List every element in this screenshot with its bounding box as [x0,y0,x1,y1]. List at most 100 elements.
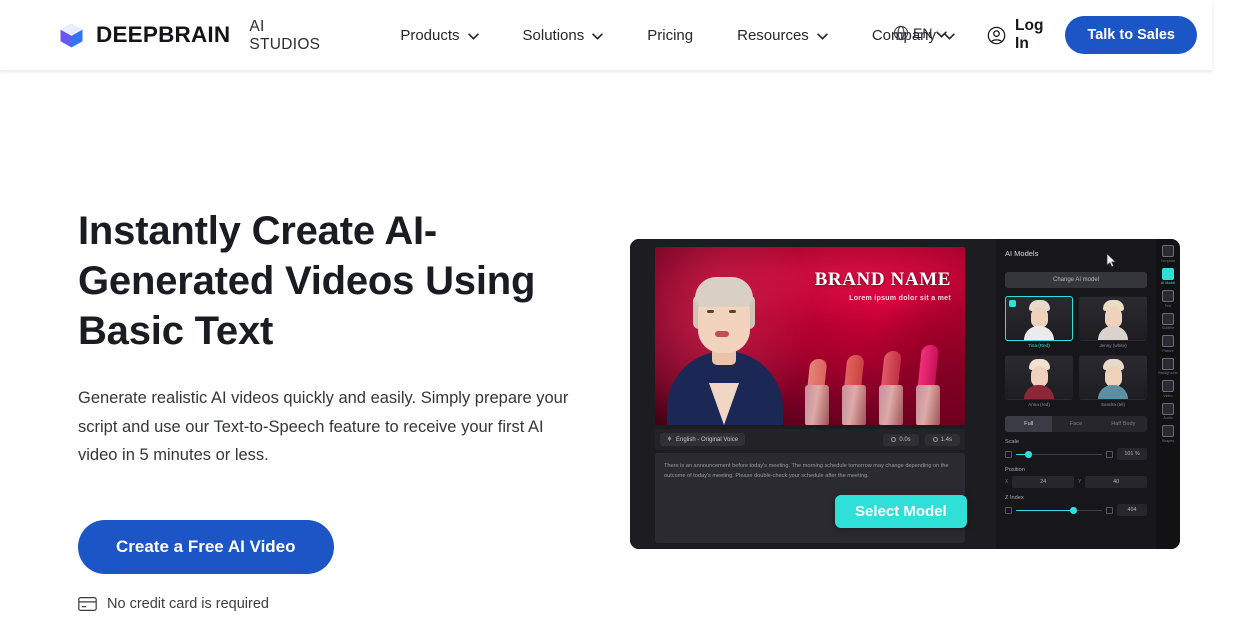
lock-icon[interactable] [1005,450,1012,458]
clock-icon [932,437,938,442]
position-control: X 24 Y 40 [1005,476,1147,488]
video-stage[interactable]: BRAND NAME Lorem ipsum dolor sit a met [655,247,965,425]
rail-item-audio[interactable]: Audio [1157,402,1179,420]
nav-item-solutions[interactable]: Solutions [501,19,626,52]
select-model-button[interactable]: Select Model [835,495,967,528]
segment-full[interactable]: Full [1005,416,1053,432]
page-title: Instantly Create AI-Generated Videos Usi… [78,209,536,353]
model-label: Sandra (tel) [1100,402,1125,407]
stage-brand-name: BRAND NAME [814,269,951,290]
login-label: Log In [1015,17,1044,52]
nav-label: Pricing [647,26,694,44]
rail-label: Shapes [1161,438,1175,443]
video-icon [1162,380,1174,392]
scale-reset-icon[interactable] [1106,450,1113,458]
voice-language-chip[interactable]: English - Original Voice [660,433,746,446]
stage-toolbar-right: 0.0s 1.4s [883,433,960,446]
ai-models-panel: AI Models Change AI model Tina (Red) Jen… [996,239,1156,549]
position-y-field[interactable]: 40 [1085,476,1147,488]
chevron-down-icon [936,30,948,38]
rail-item-shapes[interactable]: Shapes [1157,425,1179,443]
ai-model-icon [1162,267,1174,280]
rail-item-template[interactable]: Template [1157,245,1179,263]
rail-item-subtitle[interactable]: Subtitle [1157,312,1179,330]
chevron-down-icon [467,32,479,40]
hero-subtitle: Generate realistic AI videos quickly and… [78,389,569,464]
stage-brand-tagline: Lorem ipsum dolor sit a met [849,295,951,302]
nav-item-resources[interactable]: Resources [715,19,850,52]
hero-product-preview: BRAND NAME Lorem ipsum dolor sit a met E… [630,206,1180,612]
studio-app-mock: BRAND NAME Lorem ipsum dolor sit a met E… [630,239,1180,549]
rail-label: Subtitle [1162,326,1174,330]
language-label: EN [913,25,933,41]
chevron-down-icon [592,32,603,40]
model-card[interactable]: Tina (Red) [1005,296,1073,348]
scale-slider[interactable] [1016,451,1102,458]
scale-label: Scale [1005,439,1019,445]
login-button[interactable]: Log In [977,11,1053,59]
user-circle-icon [987,26,1006,45]
language-selector[interactable]: EN [893,25,948,41]
picture-icon [1162,335,1174,347]
script-text: There is an announcement before today's … [664,463,949,479]
site-header: DEEPBRAIN AI STUDIOS Products Solutions … [0,0,1212,71]
talk-to-sales-button[interactable]: Talk to Sales [1065,16,1197,54]
scale-value[interactable]: 101 % [1117,448,1147,460]
voice-language-label: English - Original Voice [676,436,739,443]
nav-item-pricing[interactable]: Pricing [625,19,715,52]
position-x-tag: X [1005,479,1009,485]
rail-item-background[interactable]: Background [1157,357,1179,375]
model-card[interactable]: Anna (red) [1005,355,1073,407]
clock-icon [891,437,897,442]
chevron-down-icon [817,32,828,40]
z-index-slider[interactable] [1016,507,1102,514]
position-x-value: 24 [1040,479,1047,485]
scale-control: 101 % [1005,448,1147,460]
header-actions: Log In Talk to Sales [977,11,1197,59]
nav-label: Products [400,26,460,44]
brand-subtitle: AI STUDIOS [249,18,321,53]
z-index-value[interactable]: 404 [1117,504,1147,516]
rail-label: Video [1163,393,1173,398]
rail-label: Picture [1162,348,1174,353]
panel-title: AI Models [1005,249,1039,258]
timing-pill-start[interactable]: 0.0s [883,433,919,446]
position-x-field[interactable]: 24 [1012,476,1074,488]
background-icon [1162,357,1174,370]
rail-item-text[interactable]: Text [1157,290,1179,308]
model-label: Anna (red) [1028,402,1050,407]
segment-face[interactable]: Face [1052,416,1099,432]
text-icon [1162,290,1174,302]
segment-half-body[interactable]: Half Body [1100,416,1147,432]
globe-icon [893,25,909,41]
stage-toolbar: English - Original Voice 0.0s 1.4s [655,429,965,450]
timing-pill-duration[interactable]: 1.4s [924,433,960,446]
audio-icon [1162,402,1174,415]
nav-label: Resources [737,26,809,44]
rail-label: Audio [1163,416,1173,420]
mouse-cursor-icon [1106,252,1117,268]
rail-label: Template [1160,258,1176,263]
layer-icon[interactable] [1005,506,1012,514]
rail-label: AI Model [1160,281,1176,285]
rail-item-picture[interactable]: Picture [1157,335,1179,353]
brand-name: DEEPBRAIN [96,22,231,47]
change-ai-model-button[interactable]: Change AI model [1005,272,1147,288]
z-index-control: 404 [1005,504,1147,516]
z-index-reset-icon[interactable] [1106,506,1113,514]
credit-card-icon [78,596,97,611]
no-credit-card-label: No credit card is required [107,595,269,612]
brand-logo[interactable]: DEEPBRAIN AI STUDIOS [58,17,320,53]
model-card[interactable]: Sandra (tel) [1079,355,1147,407]
subtitle-icon [1162,312,1174,325]
create-free-ai-video-button[interactable]: Create a Free AI Video [78,519,334,574]
rail-item-video[interactable]: Video [1157,380,1179,398]
model-card[interactable]: Jenny (white) [1079,296,1147,348]
rail-item-ai-model[interactable]: AI Model [1157,267,1179,285]
selected-check-icon [1009,300,1016,307]
timing-start-label: 0.0s [899,436,911,443]
model-grid: Tina (Red) Jenny (white) Anna (red) Sand… [1005,296,1147,407]
nav-label: Solutions [522,26,585,44]
position-y-tag: Y [1078,479,1082,485]
nav-item-products[interactable]: Products [378,19,500,52]
